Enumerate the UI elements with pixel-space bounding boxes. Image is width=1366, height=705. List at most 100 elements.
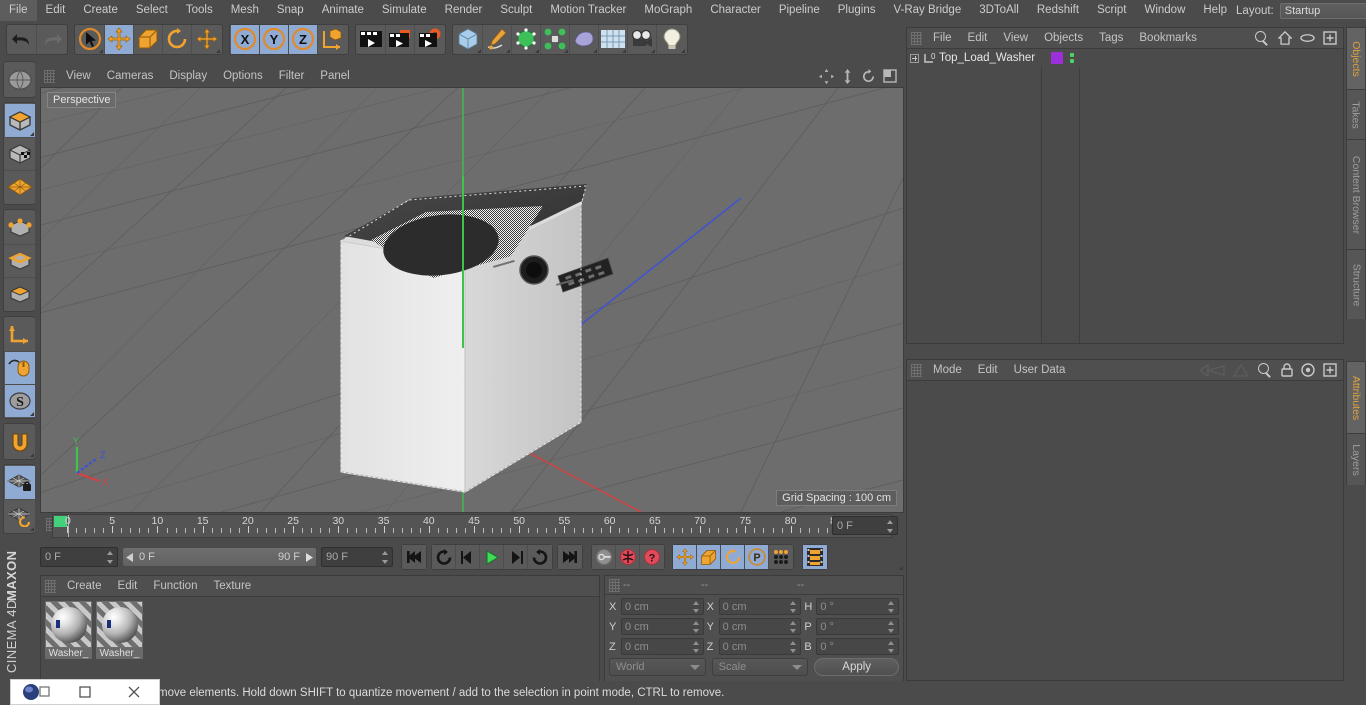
zoom-view-icon[interactable] <box>841 68 854 84</box>
stepper-icon[interactable] <box>790 641 797 653</box>
apply-button[interactable]: Apply <box>814 658 900 676</box>
material-preview[interactable] <box>45 601 92 648</box>
make-editable-button[interactable] <box>5 63 35 96</box>
material-preview[interactable] <box>96 601 143 648</box>
coordinate-system-dropdown[interactable]: World <box>609 658 706 676</box>
loop-reverse-button[interactable] <box>528 545 552 569</box>
undo-button[interactable] <box>8 24 37 54</box>
render-settings-button[interactable] <box>415 24 444 54</box>
record-parameter-button[interactable]: P <box>745 545 769 569</box>
viewport-menu-display[interactable]: Display <box>161 66 215 87</box>
size-z-field[interactable]: 0 cm <box>718 638 802 655</box>
new-view-icon[interactable] <box>1323 363 1337 377</box>
stepper-icon[interactable] <box>888 641 895 653</box>
menu-pipeline[interactable]: Pipeline <box>770 0 829 21</box>
rotation-b-field[interactable]: 0 ° <box>816 638 900 655</box>
viewport-menu-view[interactable]: View <box>58 66 99 87</box>
visibility-icon[interactable] <box>1300 33 1315 43</box>
coordinate-mode-dropdown[interactable]: Scale <box>711 658 809 676</box>
scale-tool-button[interactable] <box>134 24 163 54</box>
material-menu-edit[interactable]: Edit <box>110 576 146 597</box>
close-icon[interactable] <box>110 680 159 704</box>
scene-floor-button[interactable] <box>599 24 628 54</box>
deformer-button[interactable] <box>570 24 599 54</box>
go-to-end-button[interactable] <box>558 545 582 569</box>
back-navigation-icon[interactable] <box>1198 363 1225 377</box>
array-modeling-button[interactable] <box>541 24 570 54</box>
search-icon[interactable] <box>1257 362 1273 378</box>
cube-primitive-button[interactable] <box>454 24 483 54</box>
workplane-button[interactable] <box>5 170 35 203</box>
menu-tools[interactable]: Tools <box>177 0 222 21</box>
record-pla-button[interactable] <box>769 545 793 569</box>
tab-takes[interactable]: Takes <box>1346 89 1366 139</box>
panel-grip-icon[interactable] <box>911 363 922 377</box>
timeline-filmstrip-button[interactable] <box>803 545 903 570</box>
attribute-menu-user-data[interactable]: User Data <box>1006 360 1074 381</box>
points-mode-button[interactable] <box>5 211 35 244</box>
object-name[interactable]: Top_Load_Washer <box>939 52 1035 64</box>
material-menu-create[interactable]: Create <box>59 576 110 597</box>
expand-icon[interactable] <box>910 53 919 63</box>
home-icon[interactable] <box>1277 30 1293 45</box>
go-to-start-button[interactable] <box>402 545 426 569</box>
position-y-field[interactable]: 0 cm <box>621 618 704 635</box>
menu-mesh[interactable]: Mesh <box>222 0 268 21</box>
keyframe-selection-button[interactable]: ? <box>640 545 664 569</box>
stepper-icon[interactable] <box>692 601 700 613</box>
stepper-icon[interactable] <box>790 601 797 613</box>
size-x-field[interactable]: 0 cm <box>718 598 802 615</box>
stepper-icon[interactable] <box>888 601 895 613</box>
menu-redshift[interactable]: Redshift <box>1028 0 1088 21</box>
autokeying-button[interactable] <box>616 545 640 569</box>
snap-magnet-button[interactable] <box>5 425 35 458</box>
move-duplicate-button[interactable] <box>192 24 221 54</box>
app-icon[interactable] <box>11 680 60 704</box>
end-frame-field[interactable]: 90 F <box>321 547 393 567</box>
position-z-field[interactable]: 0 cm <box>621 638 704 655</box>
lock-y-axis-button[interactable]: Y <box>260 24 289 54</box>
object-menu-objects[interactable]: Objects <box>1036 28 1091 49</box>
render-region-button[interactable] <box>386 24 415 54</box>
visibility-dots-icon[interactable] <box>1068 52 1077 65</box>
attribute-menu-edit[interactable]: Edit <box>970 360 1006 381</box>
record-active-objects-button[interactable] <box>592 545 616 569</box>
menu-edit[interactable]: Edit <box>37 0 75 21</box>
menu-window[interactable]: Window <box>1135 0 1194 21</box>
menu-vray-bridge[interactable]: V-Ray Bridge <box>884 0 970 21</box>
world-object-coordinates-button[interactable] <box>318 24 347 54</box>
size-y-field[interactable]: 0 cm <box>718 618 802 635</box>
forward-navigation-icon[interactable] <box>1232 363 1250 377</box>
rotation-p-field[interactable]: 0 ° <box>816 618 900 635</box>
current-frame-field[interactable]: 0 F <box>40 547 118 567</box>
attribute-menu-mode[interactable]: Mode <box>925 360 970 381</box>
panel-grip-icon[interactable] <box>45 579 56 593</box>
move-tool-button[interactable] <box>105 24 134 54</box>
search-icon[interactable] <box>1254 30 1270 46</box>
tab-objects[interactable]: Objects <box>1346 27 1366 89</box>
tab-structure[interactable]: Structure <box>1346 249 1366 319</box>
material-menu-function[interactable]: Function <box>145 576 205 597</box>
menu-animate[interactable]: Animate <box>313 0 373 21</box>
rotate-view-icon[interactable] <box>861 68 876 84</box>
lock-x-axis-button[interactable]: X <box>231 24 260 54</box>
object-menu-view[interactable]: View <box>995 28 1036 49</box>
object-tree[interactable]: 0 Top_Load_Washer <box>907 49 1343 343</box>
polygons-mode-button[interactable] <box>5 277 35 310</box>
play-backwards-button[interactable] <box>456 545 480 569</box>
object-menu-bookmarks[interactable]: Bookmarks <box>1131 28 1205 49</box>
play-forwards-button[interactable] <box>504 545 528 569</box>
stepper-icon[interactable] <box>887 520 894 533</box>
viewport-menu-cameras[interactable]: Cameras <box>99 66 162 87</box>
tab-attributes[interactable]: Attributes <box>1346 361 1366 433</box>
redo-button[interactable] <box>37 24 66 54</box>
pan-view-icon[interactable] <box>819 68 834 84</box>
panel-grip-icon[interactable] <box>609 578 620 592</box>
soft-selection-button[interactable]: S <box>5 384 35 417</box>
preview-frame-field[interactable]: 0 F <box>832 516 898 535</box>
menu-script[interactable]: Script <box>1088 0 1135 21</box>
menu-help[interactable]: Help <box>1194 0 1236 21</box>
enable-axis-button[interactable] <box>5 318 35 351</box>
stepper-icon[interactable] <box>888 621 895 633</box>
new-view-icon[interactable] <box>1323 31 1337 45</box>
